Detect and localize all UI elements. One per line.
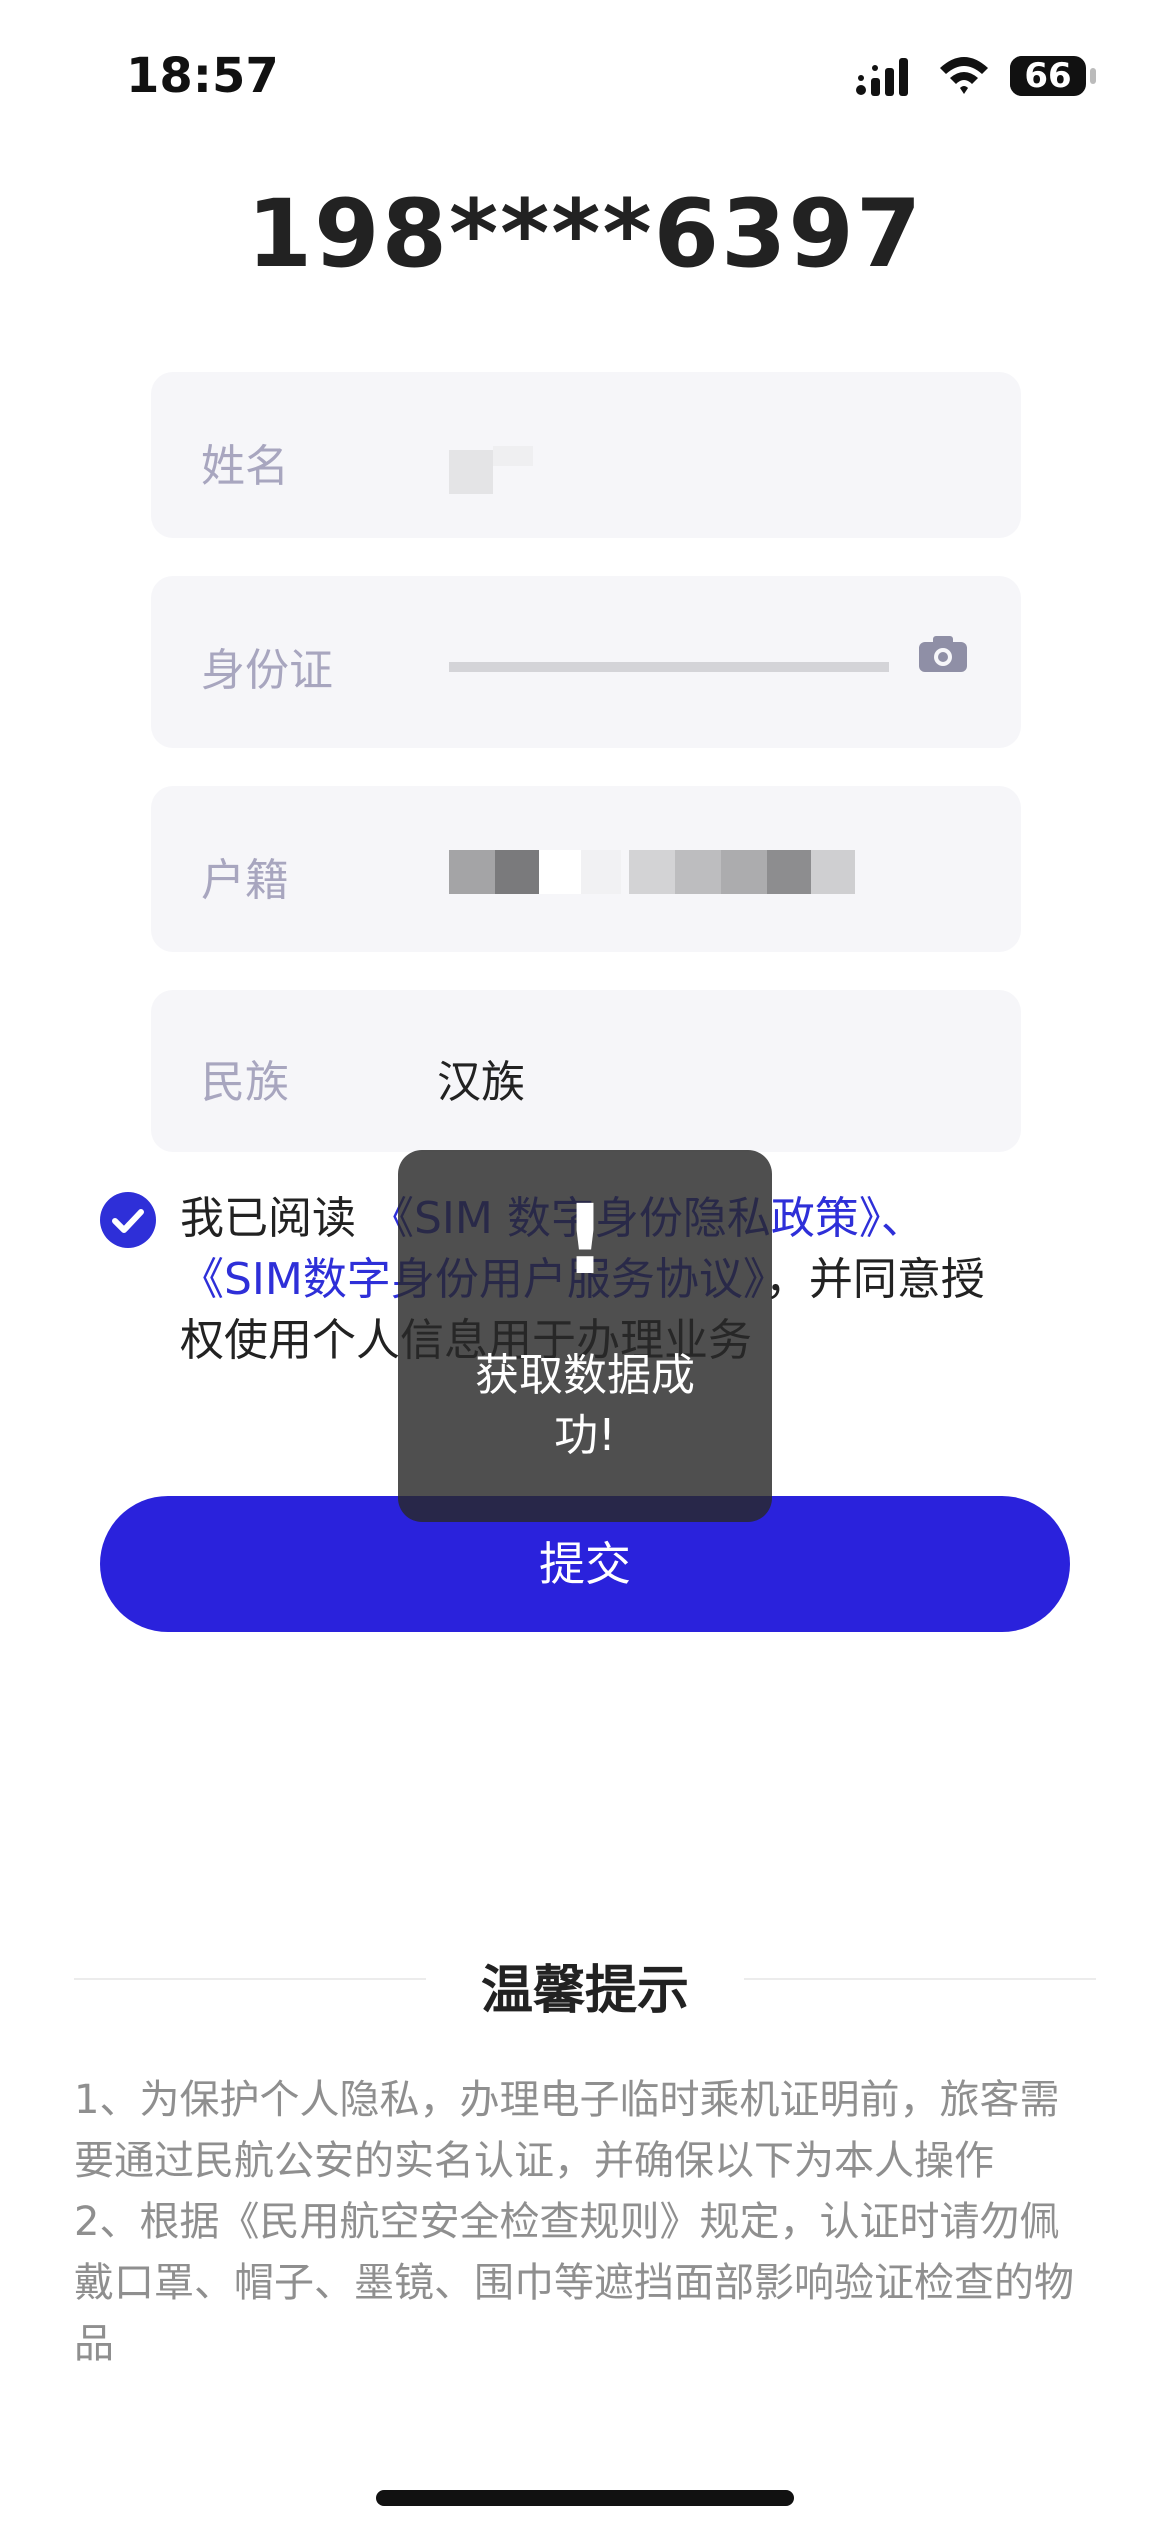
phone-number: 198****6397 xyxy=(246,180,924,289)
battery-percent: 66 xyxy=(1024,56,1072,96)
id-card-mask xyxy=(449,662,889,672)
tips-body: 1、为保护个人隐私，办理电子临时乘机证明前，旅客需要通过民航公安的实名认证，并确… xyxy=(74,2070,1094,2375)
tip-item: 2、根据《民用航空安全检查规则》规定，认证时请勿佩戴口罩、帽子、墨镜、围巾等遮挡… xyxy=(74,2199,1074,2367)
name-field[interactable]: 姓名 xyxy=(151,372,1021,538)
agreement-checkbox[interactable] xyxy=(100,1192,156,1248)
household-mask xyxy=(539,850,581,894)
toast: ! 获取数据成功! xyxy=(398,1150,772,1522)
wifi-icon xyxy=(940,57,988,94)
battery-cap-icon xyxy=(1090,68,1096,84)
household-mask xyxy=(581,850,621,894)
household-mask xyxy=(449,850,495,894)
household-mask xyxy=(629,850,675,894)
name-label: 姓名 xyxy=(201,441,289,492)
ethnicity-value: 汉族 xyxy=(437,1057,525,1108)
household-mask xyxy=(495,850,539,894)
id-card-label: 身份证 xyxy=(201,645,333,696)
household-mask xyxy=(767,850,811,894)
name-mask xyxy=(449,450,493,494)
name-mask xyxy=(493,446,533,466)
toast-message: 获取数据成功! xyxy=(475,1350,695,1461)
checkmark-icon xyxy=(112,1209,144,1233)
household-field[interactable]: 户籍 xyxy=(151,786,1021,952)
household-mask xyxy=(811,850,855,894)
ethnicity-field[interactable]: 民族 汉族 xyxy=(151,990,1021,1152)
status-time: 18:57 xyxy=(126,48,279,104)
home-indicator[interactable] xyxy=(376,2490,794,2506)
household-mask xyxy=(721,850,767,894)
exclamation-icon: ! xyxy=(563,1184,607,1296)
ethnicity-label: 民族 xyxy=(201,1057,289,1108)
household-mask xyxy=(675,850,721,894)
id-card-field[interactable]: 身份证 xyxy=(151,576,1021,748)
camera-icon[interactable] xyxy=(917,634,969,674)
battery-icon: 66 xyxy=(1010,56,1086,96)
agreement-prefix: 我已阅读 xyxy=(180,1193,356,1244)
tip-item: 1、为保护个人隐私，办理电子临时乘机证明前，旅客需要通过民航公安的实名认证，并确… xyxy=(74,2077,1060,2184)
tips-title: 温馨提示 xyxy=(480,1961,689,2021)
cellular-signal-icon xyxy=(856,58,908,96)
household-label: 户籍 xyxy=(201,855,289,906)
status-bar: 18:57 66 xyxy=(0,0,1170,150)
